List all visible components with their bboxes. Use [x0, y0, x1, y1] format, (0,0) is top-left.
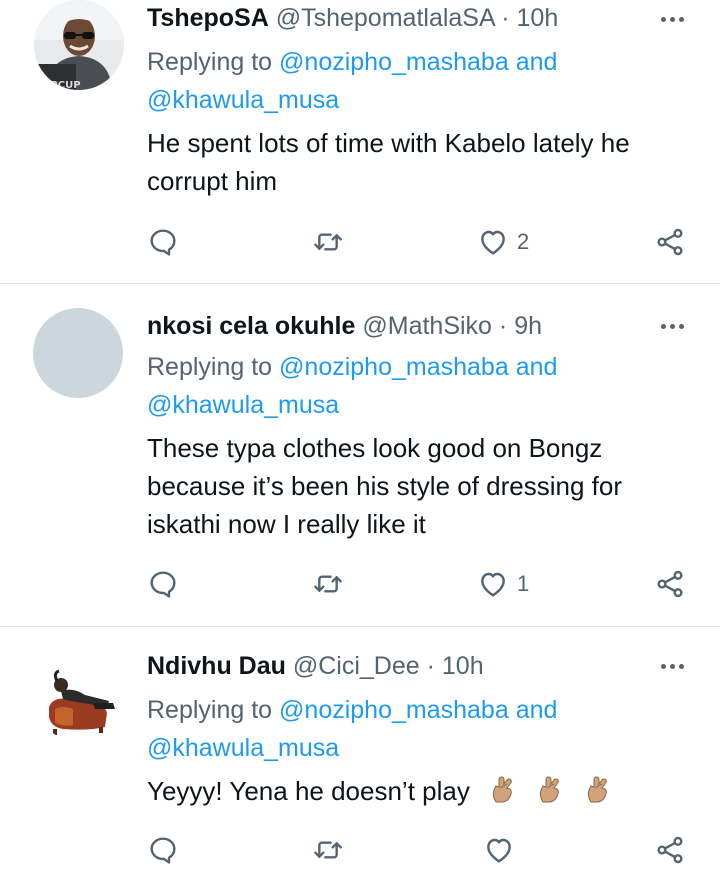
like-button[interactable]: 1: [477, 564, 529, 604]
crossed-fingers-emoji: [540, 776, 560, 803]
display-name[interactable]: TshepoSA: [147, 4, 269, 32]
replying-and[interactable]: and: [516, 48, 558, 76]
replying-to-label: Replying to: [147, 353, 273, 381]
replying-to: Replying to @nozipho_mashaba and @khawul…: [147, 348, 687, 424]
reply-button[interactable]: [147, 564, 179, 604]
mention-link[interactable]: @khawula_musa: [147, 391, 339, 419]
tweet-text-line: He spent lots of time with Kabelo lately…: [147, 128, 630, 158]
reply-button[interactable]: [147, 830, 179, 870]
reply-icon: [150, 837, 176, 864]
more-options-icon[interactable]: [652, 312, 692, 340]
share-icon: [657, 570, 683, 598]
display-name[interactable]: Ndivhu Dau: [147, 652, 286, 680]
tweet-text-line: These typa clothes look good on Bongz: [147, 433, 603, 463]
retweet-button[interactable]: [312, 830, 344, 870]
retweet-icon: [314, 233, 342, 251]
like-button[interactable]: [483, 830, 523, 870]
heart-icon: [481, 230, 505, 255]
tweet-actions: 2: [147, 222, 697, 262]
tweet-text: Yeyyy! Yena he doesn’t play: [147, 772, 707, 810]
reply-icon: [150, 571, 176, 598]
mention-link[interactable]: @nozipho_mashaba: [279, 696, 509, 724]
more-options-icon[interactable]: [652, 5, 692, 33]
avatar-caption: RIPCUP: [39, 80, 81, 90]
reply-button[interactable]: [147, 222, 179, 262]
tweet-text: These typa clothes look good on Bongz be…: [147, 429, 707, 543]
more-options-icon[interactable]: [652, 652, 692, 680]
separator-dot: ·: [498, 312, 508, 340]
user-handle[interactable]: @Cici_Dee: [293, 652, 420, 680]
separator-dot: ·: [426, 652, 435, 680]
retweet-button[interactable]: [312, 564, 344, 604]
share-button[interactable]: [654, 830, 686, 870]
tweet-text-line: because it’s been his style of dressing …: [147, 471, 623, 501]
like-button[interactable]: 2: [477, 222, 529, 262]
tweet-header: nkosi cela okuhle @MathSiko · 9h: [147, 308, 630, 344]
tweet-text-line: Yeyyy! Yena he doesn’t play: [147, 776, 470, 806]
avatar-image: RIPCUP: [34, 0, 124, 90]
tweet-actions: [147, 830, 697, 870]
timestamp[interactable]: 9h: [514, 312, 542, 340]
replying-to: Replying to @nozipho_mashaba and @khawul…: [147, 43, 687, 119]
avatar[interactable]: [33, 651, 123, 741]
tweet-card[interactable]: nkosi cela okuhle @MathSiko · 9h Replyin…: [0, 284, 720, 626]
retweet-icon: [314, 841, 342, 859]
mention-link[interactable]: @khawula_musa: [147, 86, 339, 114]
avatar[interactable]: RIPCUP: [34, 0, 124, 90]
tweet-actions: 1: [147, 564, 697, 604]
separator-dot: ·: [501, 4, 510, 32]
tweet-text-line: iskathi now I really like it: [147, 509, 426, 539]
share-button[interactable]: [654, 222, 686, 262]
user-handle[interactable]: @TshepomatlalaSA: [276, 4, 495, 32]
mention-link[interactable]: @khawula_musa: [147, 734, 339, 762]
tweet-text-line: corrupt him: [147, 166, 278, 196]
user-handle[interactable]: @MathSiko: [362, 312, 492, 340]
tweet-card[interactable]: RIPCUP TshepoSA @TshepomatlalaSA · 10h R…: [0, 0, 720, 283]
retweet-button[interactable]: [312, 222, 344, 262]
replying-to-label: Replying to: [147, 696, 273, 724]
mention-link[interactable]: @nozipho_mashaba: [279, 353, 509, 381]
timestamp[interactable]: 10h: [442, 652, 484, 680]
share-button[interactable]: [654, 564, 686, 604]
reply-icon: [150, 229, 176, 256]
mention-link[interactable]: @nozipho_mashaba: [279, 48, 509, 76]
replying-to-label: Replying to: [147, 48, 273, 76]
heart-icon: [481, 572, 505, 597]
retweet-icon: [314, 575, 342, 593]
share-icon: [657, 836, 683, 864]
tweet-card[interactable]: Ndivhu Dau @Cici_Dee · 10h Replying to @…: [0, 627, 720, 884]
replying-and[interactable]: and: [516, 353, 558, 381]
crossed-fingers-emoji: [492, 776, 512, 803]
avatar[interactable]: [33, 308, 123, 398]
tweet-text: He spent lots of time with Kabelo lately…: [147, 124, 707, 200]
replying-to: Replying to @nozipho_mashaba and @khawul…: [147, 691, 687, 767]
share-icon: [657, 228, 683, 256]
timestamp[interactable]: 10h: [517, 4, 559, 32]
like-count: 2: [517, 229, 530, 254]
avatar-image: [33, 651, 123, 741]
like-count: 1: [517, 571, 530, 596]
tweet-header: Ndivhu Dau @Cici_Dee · 10h: [147, 648, 630, 684]
crossed-fingers-emoji: [587, 776, 607, 803]
tweet-header: TshepoSA @TshepomatlalaSA · 10h: [147, 0, 630, 36]
heart-icon: [487, 838, 511, 863]
replying-and[interactable]: and: [516, 696, 558, 724]
display-name[interactable]: nkosi cela okuhle: [147, 312, 355, 340]
